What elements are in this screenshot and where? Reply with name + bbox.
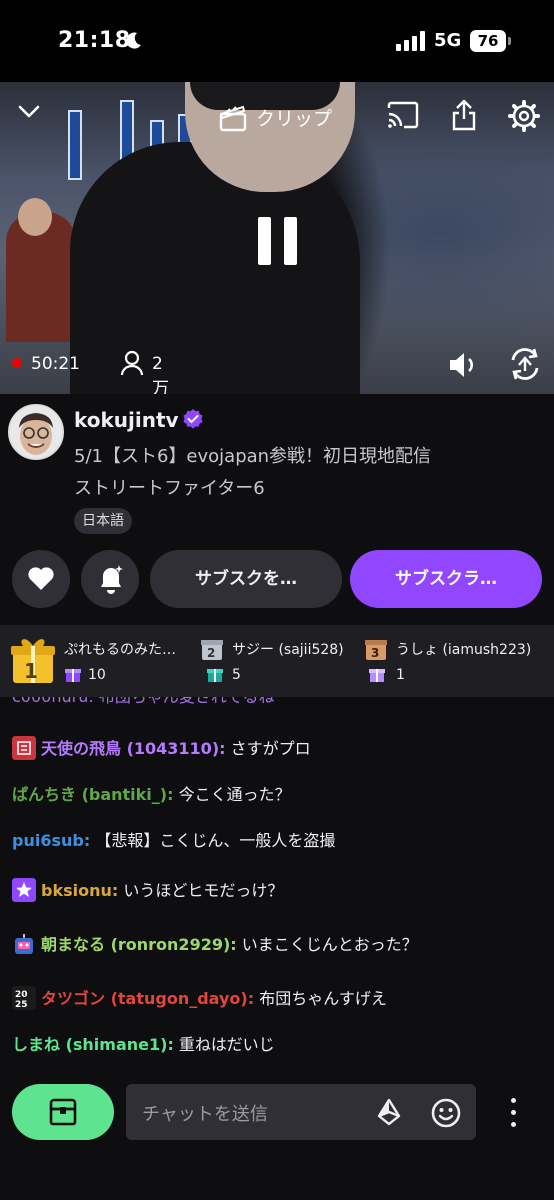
leaderboard-name: うしょ (iamush223): [396, 642, 532, 658]
svg-text:20: 20: [15, 990, 28, 1000]
channel-avatar[interactable]: [8, 404, 64, 460]
chat-list[interactable]: c000nuru: 布団ちゃん変されてるね 天使の飛鳥 (1043110): さ…: [0, 697, 554, 1067]
chat-message: しまね (shimane1): 重ねはだいじ: [12, 1031, 275, 1055]
bronze-gift-icon: 3: [365, 640, 387, 660]
star-badge-icon: [12, 878, 36, 902]
person-icon: [120, 350, 144, 376]
channel-info: kokujintv 5/1【スト6】evojapan参戦！初日現地配信 ストリー…: [0, 394, 554, 544]
chat-input[interactable]: チャットを送信: [126, 1084, 476, 1140]
leaderboard-entry[interactable]: 3 うしょ (iamush223) 1: [362, 625, 554, 697]
chat-message: 20 25 タツゴン (tatugon_dayo): 布団ちゃんすげえ: [12, 985, 387, 1010]
language-tag[interactable]: 日本語: [74, 508, 132, 534]
game-category[interactable]: ストリートファイター6: [74, 474, 265, 500]
chat-username[interactable]: 朝まなる (ronron2929):: [41, 935, 237, 954]
subscribe-button[interactable]: サブスクラ…: [350, 550, 542, 608]
gold-gift-icon: 1: [11, 639, 55, 683]
gift-leaderboard: 1 ぷれもるのみた… 10 2 サジー (sajii528) 5 3 うしょ (…: [0, 625, 554, 697]
share-icon[interactable]: [450, 98, 478, 132]
chat-message: 天使の飛鳥 (1043110): さすがプロ: [12, 735, 311, 760]
chat-username[interactable]: しまね (shimane1):: [12, 1035, 174, 1054]
leaderboard-name: サジー (sajii528): [232, 642, 344, 658]
leaderboard-count: 5: [232, 667, 241, 683]
chat-username[interactable]: 天使の飛鳥 (1043110):: [41, 739, 226, 758]
chat-message: 朝まなる (ronron2929): いまこくじんとおった？: [12, 931, 418, 956]
clock: 21:18: [58, 28, 131, 53]
signal-icon: [396, 31, 425, 51]
more-options-icon[interactable]: [505, 1098, 523, 1128]
gift-count-icon: [369, 669, 385, 682]
chevron-down-icon[interactable]: [16, 98, 42, 124]
stream-title: 5/1【スト6】evojapan参戦！初日現地配信: [74, 446, 432, 467]
chat-message: ぱんちき (bantiki_): 今こく通った？: [12, 781, 291, 805]
settings-icon[interactable]: [508, 100, 540, 132]
heart-icon: [28, 567, 54, 590]
chat-text: 【悲報】こくじん、一般人を盗撮: [90, 831, 336, 850]
chat-input-placeholder: チャットを送信: [142, 1104, 268, 1125]
live-time: 50:21: [31, 354, 80, 374]
notifications-button[interactable]: [81, 550, 139, 608]
follow-button[interactable]: [12, 550, 70, 608]
streamer-avatar-image: [10, 406, 62, 458]
rotate-icon[interactable]: [508, 346, 542, 382]
clip-label: クリップ: [256, 108, 333, 130]
store-button[interactable]: [12, 1084, 114, 1140]
svg-text:3: 3: [371, 646, 379, 660]
gift-sub-button[interactable]: サブスクを…: [150, 550, 342, 608]
live-duration: 50:21: [12, 354, 80, 374]
chat-username[interactable]: ぱんちき (bantiki_):: [12, 785, 174, 804]
chat-text: いまこくじんとおった？: [236, 935, 418, 954]
svg-text:2: 2: [207, 646, 215, 660]
robot-badge-icon: [15, 934, 33, 954]
viewer-count-value: 2万: [152, 354, 169, 394]
clip-button[interactable]: クリップ: [218, 100, 352, 136]
chat-username[interactable]: bksionu:: [41, 881, 118, 900]
live-dot: [12, 358, 22, 368]
emote-icon[interactable]: [430, 1097, 462, 1129]
year-2025-badge-icon: 2025: [12, 986, 36, 1010]
chat-badge-icon: [12, 736, 36, 760]
leaderboard-name: ぷれもるのみた…: [64, 642, 176, 658]
network-type: 5G: [434, 30, 462, 51]
silver-gift-icon: 2: [201, 640, 223, 660]
leaderboard-count: 1: [396, 667, 405, 683]
svg-text:25: 25: [15, 1000, 28, 1010]
chat-text: 重ねはだいじ: [173, 1035, 275, 1054]
status-bar: 21:18 5G 76: [0, 0, 554, 82]
chat-message: bksionu: いうほどヒモだっけ？: [12, 877, 283, 902]
volume-icon[interactable]: [448, 350, 480, 380]
chat-username[interactable]: タツゴン (tatugon_dayo):: [41, 989, 254, 1008]
chat-text: 今こく通った？: [173, 785, 291, 804]
battery-level: 76: [470, 30, 506, 52]
background-person-head: [18, 198, 52, 236]
chat-text: 布団ちゃんすげえ: [254, 989, 387, 1008]
video-player[interactable]: クリップ 50:21 2万: [0, 82, 554, 394]
leaderboard-count: 10: [88, 667, 106, 683]
chest-icon: [49, 1098, 77, 1126]
moon-icon: [126, 32, 141, 49]
chat-text: さすがプロ: [225, 739, 311, 758]
chat-message-partial: c000nuru: 布団ちゃん変されてるね: [12, 697, 274, 707]
leaderboard-entry[interactable]: 1 ぷれもるのみた… 10: [0, 625, 196, 697]
chat-username[interactable]: pui6sub:: [12, 831, 90, 850]
verified-icon: [183, 409, 203, 429]
cast-icon[interactable]: [386, 100, 420, 130]
pause-icon[interactable]: [258, 217, 298, 267]
leaderboard-entry[interactable]: 2 サジー (sajii528) 5: [198, 625, 358, 697]
gift-count-icon: [207, 669, 223, 682]
bits-icon[interactable]: [376, 1098, 402, 1126]
chat-message: pui6sub: 【悲報】こくじん、一般人を盗撮: [12, 827, 335, 851]
battery-tip: [508, 37, 511, 45]
clip-icon: [219, 105, 247, 132]
svg-text:1: 1: [24, 659, 38, 683]
venue-banner: [68, 110, 82, 180]
chat-text: いうほどヒモだっけ？: [118, 881, 284, 900]
bell-icon: [101, 565, 123, 594]
channel-name[interactable]: kokujintv: [74, 408, 179, 432]
gift-count-icon: [65, 669, 81, 682]
